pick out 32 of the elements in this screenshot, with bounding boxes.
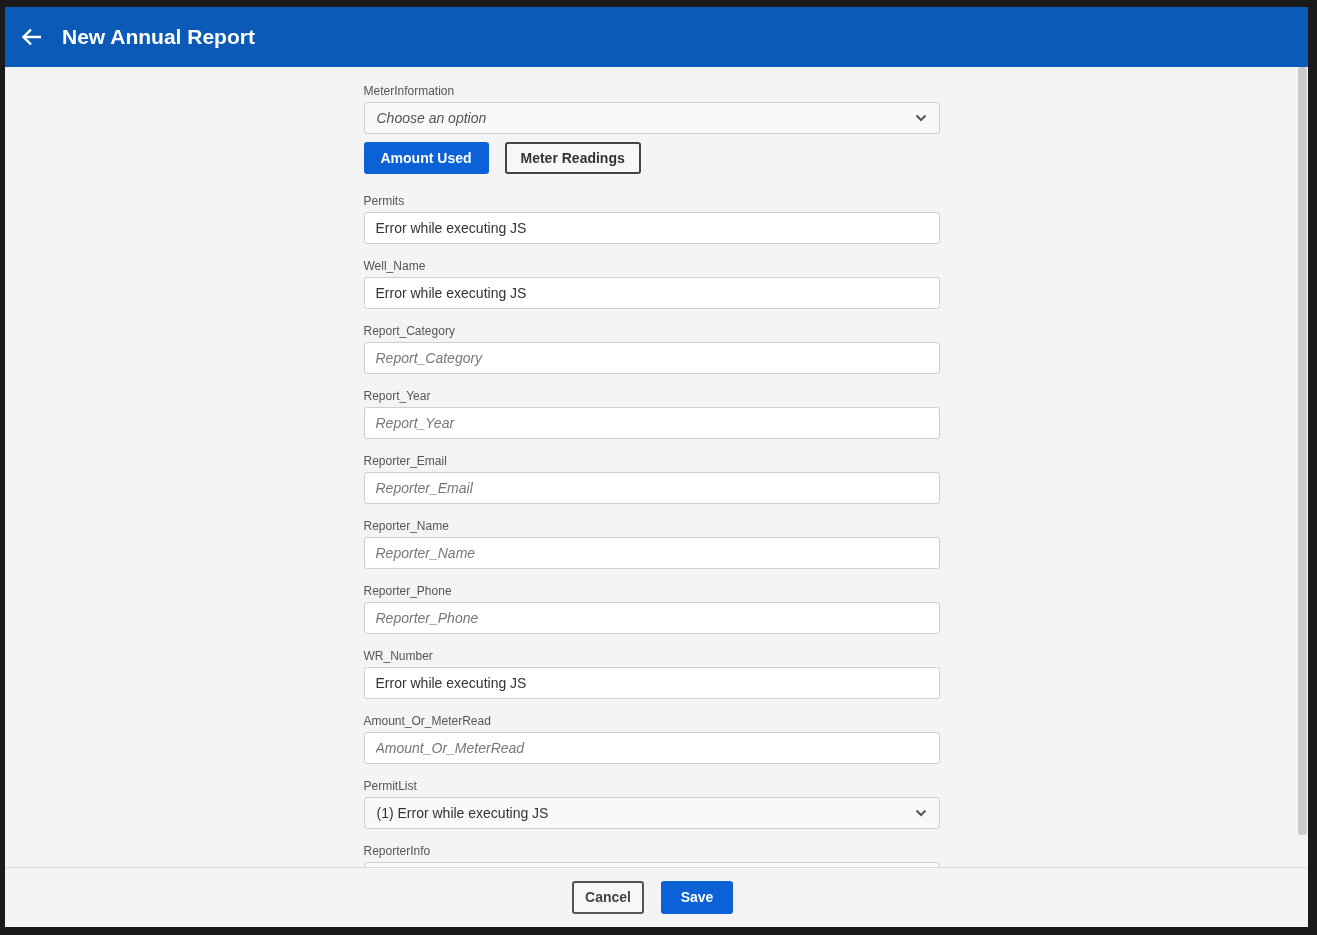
chevron-down-icon xyxy=(914,114,927,122)
toggle-button[interactable]: Amount Used xyxy=(363,142,489,174)
field-label: Reporter_Name xyxy=(363,519,449,533)
field-label: Amount_Or_MeterRead xyxy=(363,714,491,728)
save-button[interactable]: Save xyxy=(661,881,733,914)
page-title: New Annual Report xyxy=(62,24,255,51)
input-field[interactable]: Report_Category xyxy=(363,342,940,374)
dropdown-field[interactable]: Choose an option xyxy=(363,102,940,134)
field-label: Report_Category xyxy=(363,324,455,338)
chevron-down-icon xyxy=(914,809,927,817)
field-label: Reporter_Phone xyxy=(363,584,452,598)
field-label: ReporterInfo xyxy=(363,844,431,858)
input-field[interactable]: Error while executing JS xyxy=(363,212,940,244)
input-field[interactable]: Error while executing JS xyxy=(363,277,940,309)
input-field[interactable]: Reporter_Phone xyxy=(363,602,940,634)
dropdown-field[interactable]: (1) Error while executing JS xyxy=(363,797,940,829)
field-label: PermitList xyxy=(363,779,417,793)
input-field[interactable]: Amount_Or_MeterRead xyxy=(363,732,940,764)
field-label: Well_Name xyxy=(363,259,426,273)
back-arrow-icon[interactable] xyxy=(22,28,42,46)
input-field[interactable]: Reporter_Email xyxy=(363,472,940,504)
field-label: MeterInformation xyxy=(363,84,455,98)
field-label: Report_Year xyxy=(363,389,431,403)
input-field[interactable]: Report_Year xyxy=(363,407,940,439)
input-field[interactable]: Error while executing JS xyxy=(363,667,940,699)
toggle-button[interactable]: Meter Readings xyxy=(504,142,641,174)
field-label: Reporter_Email xyxy=(363,454,447,468)
field-label: Permits xyxy=(363,194,405,208)
cancel-button[interactable]: Cancel xyxy=(572,881,644,914)
input-field[interactable]: Reporter_Name xyxy=(363,537,940,569)
field-label: WR_Number xyxy=(363,649,433,663)
scrollbar[interactable] xyxy=(1298,67,1307,835)
